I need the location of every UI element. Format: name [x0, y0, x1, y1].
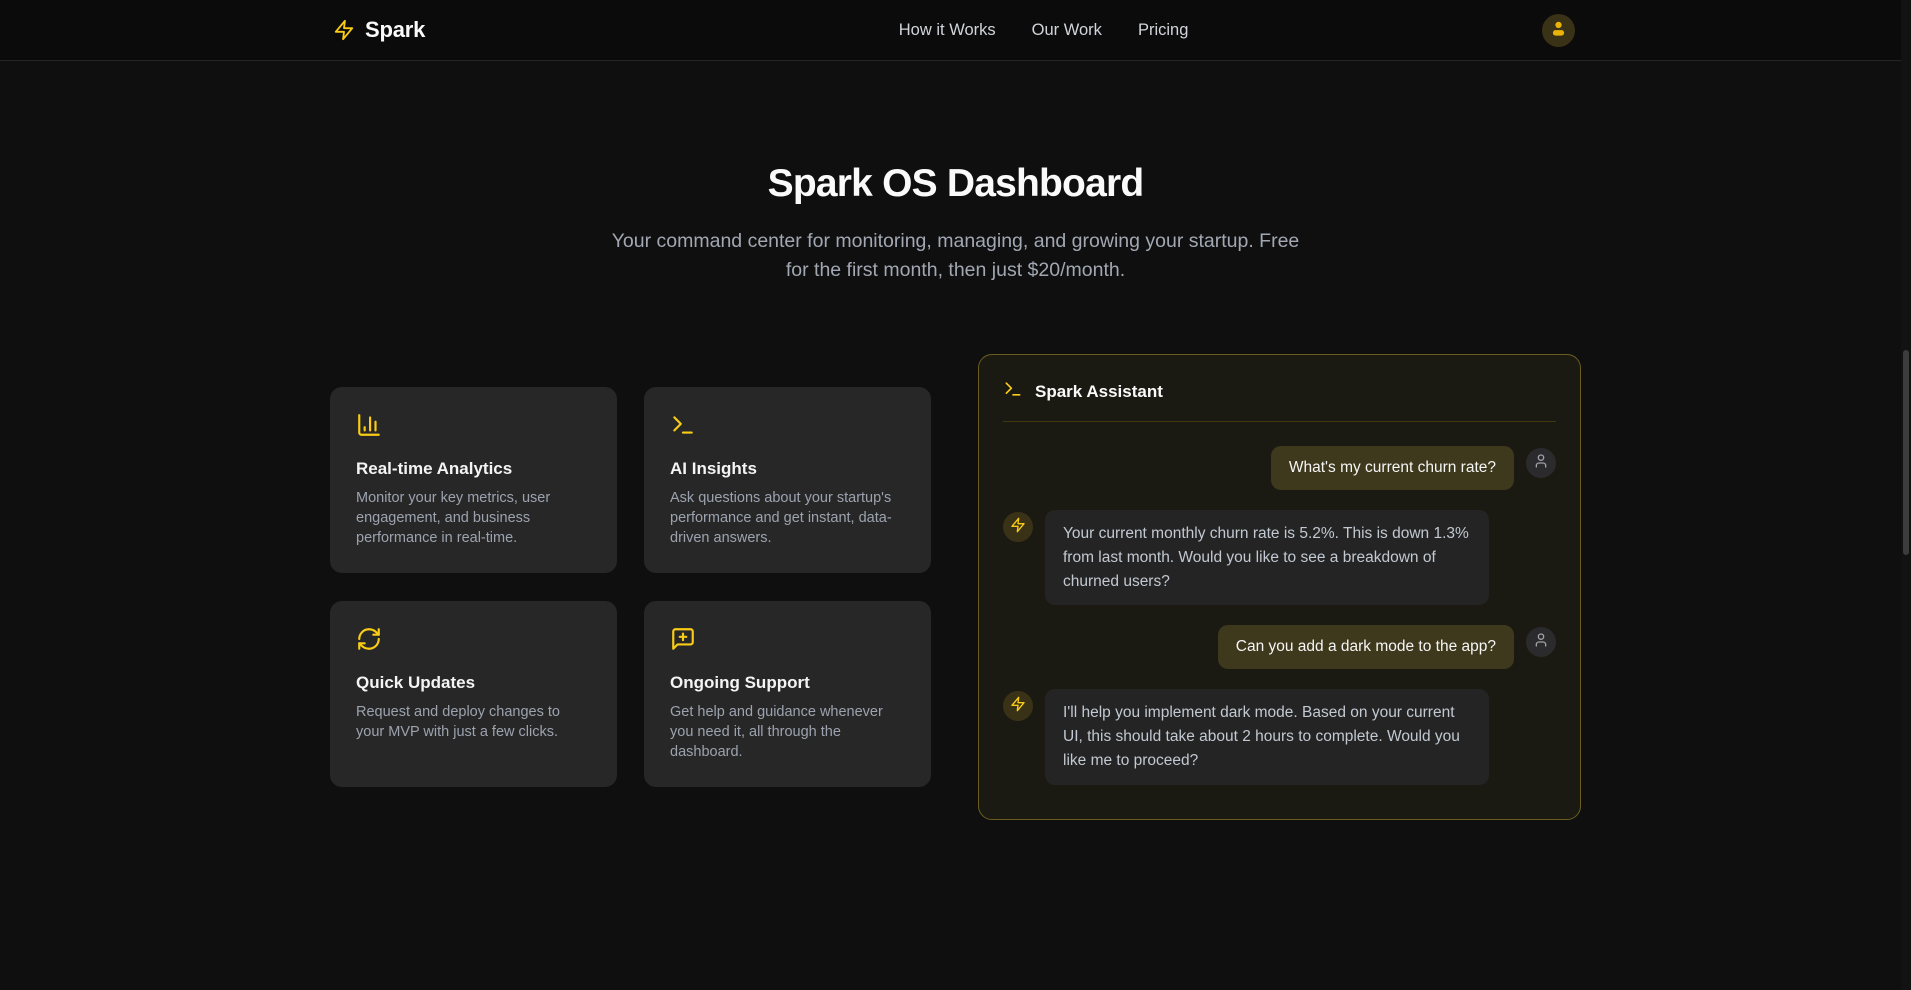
refresh-icon	[356, 626, 591, 652]
feature-description: Monitor your key metrics, user engagemen…	[356, 488, 591, 548]
zap-icon	[1010, 696, 1026, 717]
chat-header: Spark Assistant	[1003, 379, 1556, 404]
terminal-icon	[1003, 379, 1023, 404]
chat-message-assistant: I'll help you implement dark mode. Based…	[1003, 689, 1556, 784]
user-avatar	[1526, 448, 1556, 478]
chat-bubble: I'll help you implement dark mode. Based…	[1045, 689, 1489, 784]
chat-divider	[1003, 421, 1556, 422]
user-icon	[1533, 632, 1549, 653]
scrollbar-thumb[interactable]	[1903, 350, 1909, 555]
chat-bubble: Can you add a dark mode to the app?	[1218, 625, 1514, 669]
feature-title: Quick Updates	[356, 673, 591, 693]
nav-links: How it Works Our Work Pricing	[899, 21, 1189, 40]
scrollbar-track[interactable]	[1901, 0, 1911, 990]
feature-card-realtime-analytics[interactable]: Real-time Analytics Monitor your key met…	[330, 387, 617, 573]
chat-message-user: Can you add a dark mode to the app?	[1003, 625, 1556, 669]
feature-card-ongoing-support[interactable]: Ongoing Support Get help and guidance wh…	[644, 601, 931, 787]
brand-name: Spark	[365, 17, 425, 43]
feature-card-quick-updates[interactable]: Quick Updates Request and deploy changes…	[330, 601, 617, 787]
chat-message-user: What's my current churn rate?	[1003, 446, 1556, 490]
chat-title: Spark Assistant	[1035, 382, 1163, 402]
user-icon	[1549, 19, 1568, 41]
feature-grid: Real-time Analytics Monitor your key met…	[330, 387, 931, 787]
terminal-icon	[670, 412, 905, 438]
message-square-plus-icon	[670, 626, 905, 652]
zap-icon	[333, 19, 355, 41]
chart-column-icon	[356, 412, 591, 438]
nav-link-how-it-works[interactable]: How it Works	[899, 21, 996, 40]
chat-messages: What's my current churn rate?	[1003, 446, 1556, 784]
user-avatar	[1526, 627, 1556, 657]
spark-assistant-panel: Spark Assistant What's my current churn …	[978, 354, 1581, 819]
feature-title: AI Insights	[670, 459, 905, 479]
feature-description: Request and deploy changes to your MVP w…	[356, 702, 591, 742]
zap-icon	[1010, 517, 1026, 538]
page-subtitle: Your command center for monitoring, mana…	[611, 227, 1301, 284]
nav-link-pricing[interactable]: Pricing	[1138, 21, 1188, 40]
feature-card-ai-insights[interactable]: AI Insights Ask questions about your sta…	[644, 387, 931, 573]
main-content: Real-time Analytics Monitor your key met…	[0, 354, 1911, 819]
feature-description: Ask questions about your startup's perfo…	[670, 488, 905, 548]
chat-bubble: Your current monthly churn rate is 5.2%.…	[1045, 510, 1489, 605]
brand-logo[interactable]: Spark	[333, 17, 425, 43]
feature-title: Ongoing Support	[670, 673, 905, 693]
assistant-avatar	[1003, 512, 1033, 542]
hero-section: Spark OS Dashboard Your command center f…	[0, 162, 1911, 284]
nav-link-our-work[interactable]: Our Work	[1032, 21, 1102, 40]
feature-title: Real-time Analytics	[356, 459, 591, 479]
navbar: Spark How it Works Our Work Pricing	[0, 0, 1911, 61]
assistant-avatar	[1003, 691, 1033, 721]
chat-message-assistant: Your current monthly churn rate is 5.2%.…	[1003, 510, 1556, 605]
user-icon	[1533, 453, 1549, 474]
chat-bubble: What's my current churn rate?	[1271, 446, 1514, 490]
page-title: Spark OS Dashboard	[0, 162, 1911, 206]
feature-description: Get help and guidance whenever you need …	[670, 702, 905, 762]
account-avatar-button[interactable]	[1542, 14, 1575, 47]
